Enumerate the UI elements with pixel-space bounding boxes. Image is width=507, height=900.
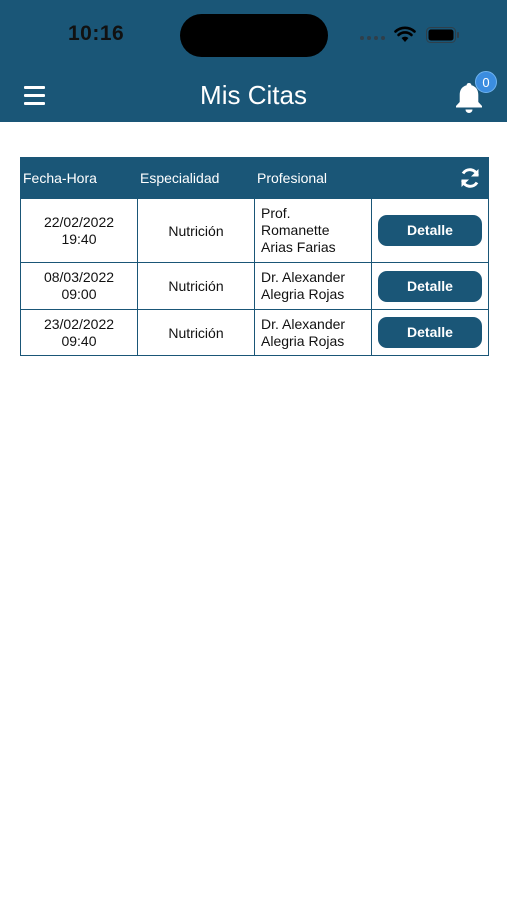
table-row: 23/02/2022 09:40 Nutrición Dr. Alexander… (20, 309, 489, 356)
appointment-time: 09:40 (61, 332, 97, 349)
appointments-table: Fecha-Hora Especialidad Profesional 22/0… (20, 157, 489, 356)
appointment-datetime: 23/02/2022 09:40 (20, 309, 138, 356)
column-header-date: Fecha-Hora (20, 157, 138, 199)
table-header-row: Fecha-Hora Especialidad Profesional (20, 157, 489, 199)
appointment-professional: Prof. Romanette Arias Farias (254, 198, 372, 263)
appointment-specialty: Nutrición (137, 262, 255, 310)
column-header-professional: Profesional (254, 157, 372, 199)
appointment-time: 19:40 (61, 230, 97, 247)
appointment-time: 09:00 (61, 286, 97, 302)
app-header: 10:16 Mis Citas 0 (0, 0, 507, 122)
detail-button[interactable]: Detalle (378, 317, 482, 348)
appointment-professional: Dr. Alexander Alegria Rojas (254, 309, 372, 356)
refresh-icon[interactable] (458, 166, 482, 190)
detail-button[interactable]: Detalle (378, 270, 482, 302)
appointment-datetime: 08/03/2022 09:00 (20, 262, 138, 310)
appointment-specialty: Nutrición (137, 309, 255, 356)
appointment-datetime: 22/02/2022 19:40 (20, 198, 138, 263)
battery-icon (426, 27, 459, 43)
column-header-specialty: Especialidad (137, 157, 255, 199)
page-title: Mis Citas (200, 80, 307, 110)
signal-icon (360, 36, 386, 42)
table-row: 08/03/2022 09:00 Nutrición Dr. Alexander… (20, 262, 489, 310)
wifi-icon (394, 26, 416, 42)
notification-badge: 0 (475, 71, 497, 93)
detail-button[interactable]: Detalle (378, 215, 482, 246)
appointment-date: 08/03/2022 (43, 269, 115, 285)
dynamic-island (180, 14, 328, 57)
status-time: 10:16 (68, 22, 125, 45)
table-row: 22/02/2022 19:40 Nutrición Prof. Romanet… (20, 198, 489, 263)
appointment-date: 23/02/2022 (43, 315, 115, 332)
appointment-specialty: Nutrición (137, 198, 255, 263)
appointment-professional: Dr. Alexander Alegria Rojas (254, 262, 372, 310)
appointment-date: 22/02/2022 (43, 213, 115, 230)
